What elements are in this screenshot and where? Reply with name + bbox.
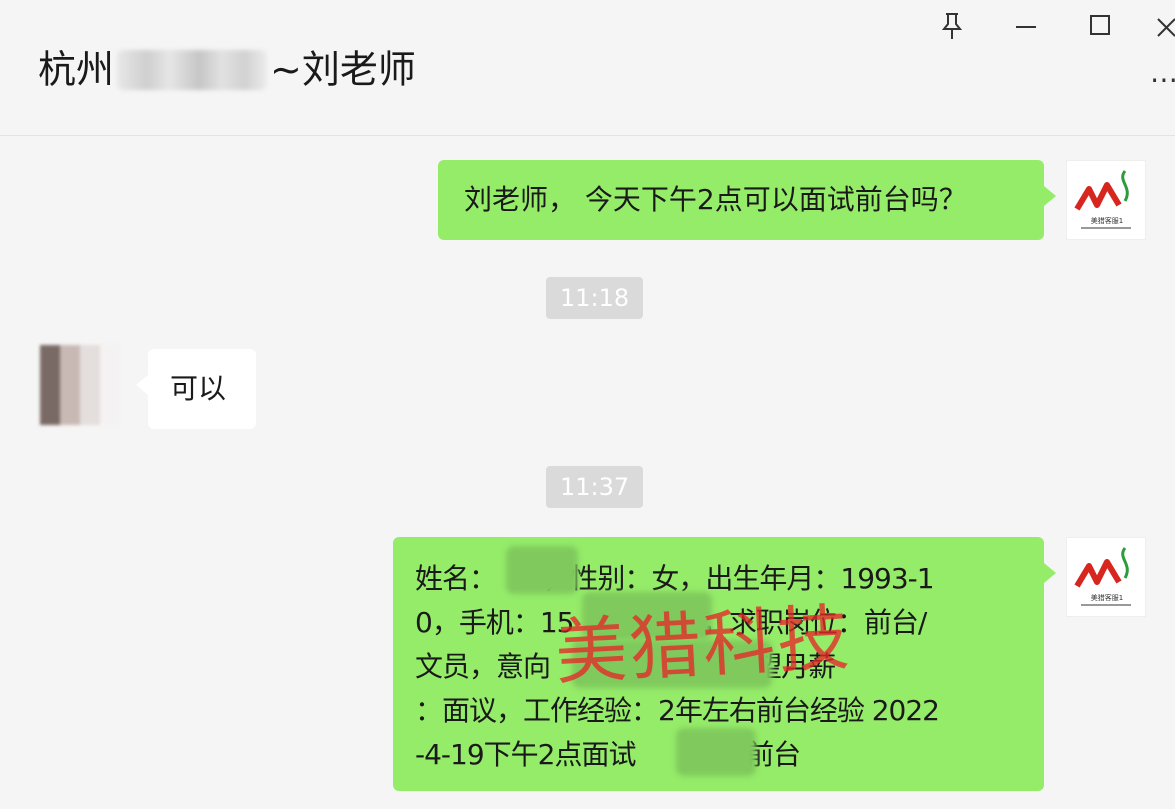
watermark: 美猎科技 bbox=[553, 595, 854, 695]
blurred-name bbox=[117, 49, 268, 90]
chat-header: 杭州 ~刘老师 ⋯ bbox=[0, 0, 1175, 136]
more-icon[interactable]: ⋯ bbox=[1150, 66, 1175, 98]
message-line: ：面议，工作经验：2年左右前台经验 2022 bbox=[415, 694, 940, 727]
message-bubble-received[interactable]: 可以 bbox=[136, 349, 256, 429]
avatar-caption: 美猎客服1 bbox=[1091, 593, 1123, 602]
timestamp: 11:37 bbox=[546, 466, 644, 508]
my-avatar[interactable]: 美猎客服1 bbox=[1066, 537, 1146, 617]
my-avatar[interactable]: 美猎客服1 bbox=[1066, 160, 1146, 240]
blurred-name-mask bbox=[506, 546, 578, 594]
timestamp: 11:18 bbox=[546, 277, 644, 319]
minimize-icon[interactable] bbox=[1004, 6, 1048, 46]
message-bubble-sent[interactable]: 刘老师， 今天下午2点可以面试前台吗？ bbox=[438, 160, 1056, 240]
message-text: 可以 bbox=[170, 372, 227, 405]
chat-title-suffix: ~刘老师 bbox=[270, 47, 416, 92]
maximize-icon[interactable] bbox=[1078, 6, 1122, 46]
chat-title-prefix: 杭州 bbox=[38, 47, 115, 92]
message-text: 刘老师， 今天下午2点可以面试前台吗？ bbox=[464, 183, 967, 216]
blurred-company-mask bbox=[676, 728, 756, 776]
pin-icon[interactable] bbox=[930, 6, 974, 46]
chat-title: 杭州 ~刘老师 bbox=[38, 44, 416, 93]
close-icon[interactable] bbox=[1150, 6, 1175, 46]
avatar-caption: 美猎客服1 bbox=[1091, 216, 1123, 225]
contact-avatar[interactable] bbox=[40, 345, 120, 425]
